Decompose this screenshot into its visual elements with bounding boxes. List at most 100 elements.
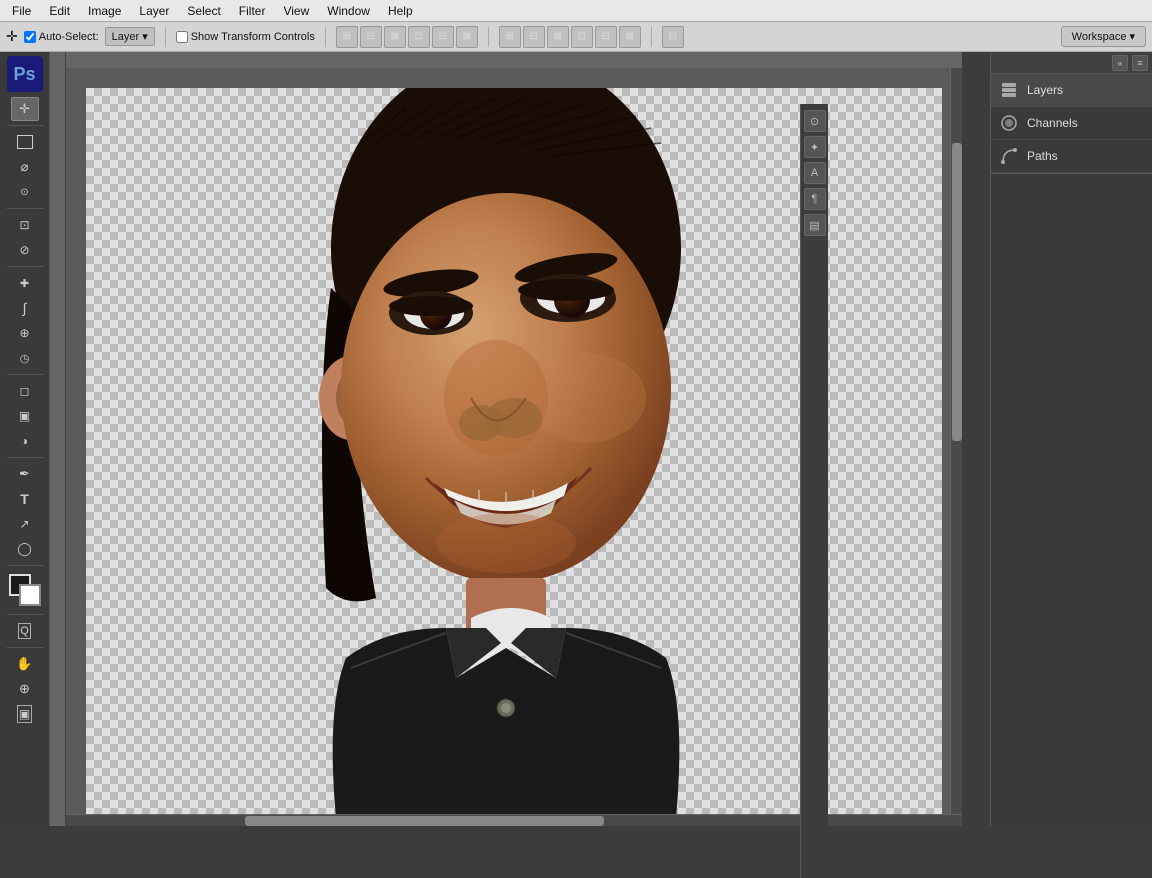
layers-icon — [999, 80, 1019, 100]
menu-item-window[interactable]: Window — [319, 2, 378, 20]
history-panel-icon[interactable]: ▤ — [804, 214, 826, 236]
layer-style-icon[interactable]: ✦ — [804, 136, 826, 158]
auto-select-label: Auto-Select: — [39, 31, 99, 43]
eyedropper-btn[interactable]: ⊘ — [11, 238, 39, 262]
crop-tool-btn[interactable]: ⊡ — [11, 213, 39, 237]
dropdown-arrow-icon: ▾ — [142, 30, 148, 43]
separator-2 — [325, 27, 326, 47]
menu-item-file[interactable]: File — [4, 2, 39, 20]
layers-label: Layers — [1027, 83, 1063, 97]
eraser-btn[interactable]: ◻ — [11, 379, 39, 403]
character-panel-icon[interactable]: A — [804, 162, 826, 184]
separator-1 — [165, 27, 166, 47]
quick-mask-btn[interactable]: Q — [11, 619, 39, 643]
gradient-btn[interactable]: ▣ — [11, 404, 39, 428]
move-icon: ✛ — [19, 101, 30, 117]
screen-mode-btn[interactable]: ▣ — [11, 702, 39, 726]
align-group: ⊞ ⊟ ⊠ ⊡ ⊟ ⊠ — [336, 26, 478, 48]
history-brush-icon: ◷ — [20, 352, 30, 365]
tool-divider-4 — [7, 374, 43, 375]
ruler-left — [50, 52, 66, 826]
panel-menu-btn[interactable]: ≡ — [1132, 55, 1148, 71]
workspace-arrow-icon: ▾ — [1129, 30, 1135, 43]
vertical-scrollbar[interactable] — [950, 68, 962, 814]
workspace-button[interactable]: Workspace ▾ — [1061, 26, 1146, 47]
tool-divider-1 — [7, 125, 43, 126]
align-middle-btn[interactable]: ⊟ — [432, 26, 454, 48]
tool-divider-3 — [7, 266, 43, 267]
quick-select-btn[interactable]: ⊙ — [11, 180, 39, 204]
ruler-top: // tick marks drawn in css — [50, 52, 962, 68]
tool-divider-5 — [7, 457, 43, 458]
panel-content-area — [991, 173, 1152, 826]
scroll-thumb-horizontal[interactable] — [245, 816, 603, 826]
eyedropper-icon: ⊘ — [19, 243, 29, 257]
show-transform-label: Show Transform Controls — [191, 31, 315, 43]
lasso-tool-btn[interactable]: ⌀ — [11, 155, 39, 179]
layers-tab[interactable]: Layers — [991, 74, 1152, 107]
quick-select-icon: ⊙ — [20, 187, 28, 198]
align-bottom-btn[interactable]: ⊠ — [456, 26, 478, 48]
zoom-btn[interactable]: ⊕ — [11, 677, 39, 701]
shape-icon: ◯ — [17, 541, 32, 557]
background-color[interactable] — [19, 584, 41, 606]
pen-btn[interactable]: ✒ — [11, 462, 39, 486]
shape-btn[interactable]: ◯ — [11, 537, 39, 561]
menu-item-image[interactable]: Image — [80, 2, 129, 20]
menu-item-view[interactable]: View — [275, 2, 317, 20]
history-brush-btn[interactable]: ◷ — [11, 346, 39, 370]
marquee-tool-btn[interactable] — [11, 130, 39, 154]
auto-select-checkbox[interactable]: Auto-Select: — [24, 31, 99, 43]
menu-item-select[interactable]: Select — [179, 2, 228, 20]
auto-align-btn[interactable]: ⊟ — [662, 26, 684, 48]
paths-tab[interactable]: Paths — [991, 140, 1152, 173]
clone-btn[interactable]: ⊕ — [11, 321, 39, 345]
dist-bottom-btn[interactable]: ⊠ — [619, 26, 641, 48]
hand-btn[interactable]: ✋ — [11, 652, 39, 676]
right-panel: « ≡ Layers Channels — [990, 52, 1152, 826]
path-select-btn[interactable]: ↗ — [11, 512, 39, 536]
menu-bar: File Edit Image Layer Select Filter View… — [0, 0, 1152, 22]
menu-item-filter[interactable]: Filter — [231, 2, 274, 20]
menu-item-layer[interactable]: Layer — [131, 2, 177, 20]
panel-top-row: « ≡ — [991, 52, 1152, 74]
right-icon-strip: ⊙ ✦ A ¶ ▤ — [800, 104, 828, 878]
clone-icon: ⊕ — [19, 326, 29, 340]
show-transform-checkbox[interactable]: Show Transform Controls — [176, 31, 315, 43]
separator-4 — [651, 27, 652, 47]
dodge-btn[interactable]: ◑ — [11, 429, 39, 453]
channels-label: Channels — [1027, 116, 1078, 130]
dist-mid-btn[interactable]: ⊟ — [595, 26, 617, 48]
align-left-edges-btn[interactable]: ⊞ — [336, 26, 358, 48]
type-icon: T — [20, 491, 29, 507]
quick-mask-icon: Q — [18, 623, 31, 639]
channels-icon — [999, 113, 1019, 133]
brush-icon: ∫ — [23, 300, 27, 316]
menu-item-edit[interactable]: Edit — [41, 2, 78, 20]
move-tool-btn[interactable]: ✛ — [11, 97, 39, 121]
eraser-icon: ◻ — [20, 384, 30, 398]
healing-btn[interactable]: ✚ — [11, 271, 39, 295]
align-center-btn[interactable]: ⊟ — [360, 26, 382, 48]
paragraph-panel-icon[interactable]: ¶ — [804, 188, 826, 210]
dodge-icon: ◑ — [21, 434, 28, 448]
tool-divider-6 — [7, 565, 43, 566]
channels-tab[interactable]: Channels — [991, 107, 1152, 140]
dist-right-btn[interactable]: ⊠ — [547, 26, 569, 48]
dist-center-btn[interactable]: ⊟ — [523, 26, 545, 48]
separator-3 — [488, 27, 489, 47]
adjustment-layers-icon[interactable]: ⊙ — [804, 110, 826, 132]
dist-left-btn[interactable]: ⊞ — [499, 26, 521, 48]
type-btn[interactable]: T — [11, 487, 39, 511]
align-right-edges-btn[interactable]: ⊠ — [384, 26, 406, 48]
brush-btn[interactable]: ∫ — [11, 296, 39, 320]
layer-dropdown[interactable]: Layer ▾ — [105, 27, 155, 46]
marquee-icon — [17, 135, 33, 149]
collapse-panel-btn[interactable]: « — [1112, 55, 1128, 71]
scroll-thumb-vertical[interactable] — [952, 143, 962, 441]
ps-logo: Ps — [7, 56, 43, 92]
dist-top-btn[interactable]: ⊡ — [571, 26, 593, 48]
menu-item-help[interactable]: Help — [380, 2, 421, 20]
align-top-btn[interactable]: ⊡ — [408, 26, 430, 48]
gradient-icon: ▣ — [19, 409, 30, 423]
